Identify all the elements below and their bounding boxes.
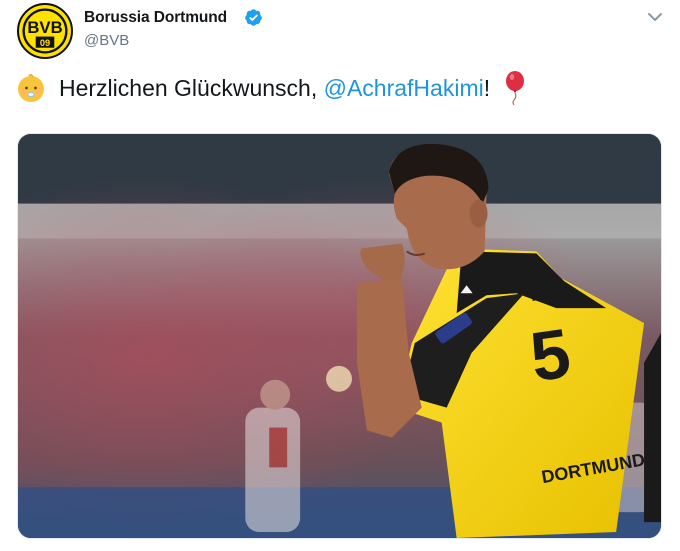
player-photo-illustration: 5 1&1 DORTMUND bbox=[18, 134, 661, 538]
tweet-text: Herzlichen Glückwunsch, @AchrafHakimi! bbox=[16, 66, 526, 110]
bvb-logo-text: BVB bbox=[27, 18, 62, 37]
tweet-text-prefix: Herzlichen Glückwunsch, bbox=[59, 74, 324, 101]
bvb-avatar[interactable]: BVB 09 bbox=[17, 3, 73, 59]
baby-emoji-icon bbox=[16, 73, 46, 103]
tweet-text-suffix: ! bbox=[483, 74, 491, 101]
mention-link[interactable]: @AchrafHakimi bbox=[324, 75, 484, 102]
bvb-logo-year: 09 bbox=[40, 38, 50, 48]
bvb-logo-icon: BVB 09 bbox=[19, 5, 71, 57]
tweet-photo[interactable]: 5 1&1 DORTMUND bbox=[17, 133, 662, 539]
tweet-card: BVB 09 Borussia Dortmund @BVB Herzlichen… bbox=[0, 0, 680, 551]
chevron-down-icon[interactable] bbox=[644, 8, 666, 26]
author-name[interactable]: Borussia Dortmund bbox=[84, 9, 227, 27]
author-handle[interactable]: @BVB bbox=[84, 32, 129, 49]
balloon-emoji-icon bbox=[504, 71, 526, 105]
verified-badge-icon bbox=[244, 8, 263, 27]
